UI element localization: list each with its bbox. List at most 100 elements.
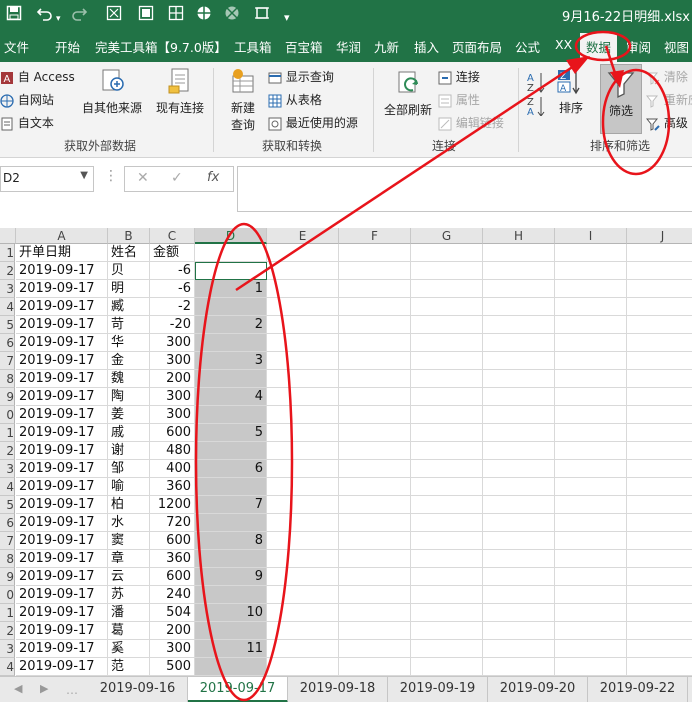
cell-c-row[interactable]: 600 — [150, 424, 195, 442]
cell-j-row[interactable] — [627, 586, 692, 604]
cell-i-row[interactable] — [555, 568, 627, 586]
row-header[interactable]: 0 — [0, 406, 15, 424]
cell-a-row[interactable]: 开单日期 — [16, 244, 108, 262]
refresh-all-button[interactable]: 全部刷新 — [382, 68, 434, 134]
cell-h-row[interactable] — [483, 370, 555, 388]
select-all-corner[interactable] — [0, 228, 16, 244]
cell-a-row[interactable]: 2019-09-17 — [16, 550, 108, 568]
cell-d-row[interactable] — [195, 622, 267, 640]
cell-j-row[interactable] — [627, 622, 692, 640]
cell-g-row[interactable] — [411, 568, 483, 586]
qat-tool-icon[interactable] — [106, 5, 122, 26]
cell-f-row[interactable] — [339, 658, 411, 676]
from-table-button[interactable]: 从表格 — [268, 91, 322, 108]
cell-i-row[interactable] — [555, 550, 627, 568]
sheet-tab[interactable]: 2019-09-17 — [188, 677, 288, 702]
tab-data[interactable]: 数据 — [580, 33, 618, 62]
cell-b-row[interactable]: 葛 — [108, 622, 150, 640]
cell-h-row[interactable] — [483, 334, 555, 352]
cell-c-row[interactable]: 1200 — [150, 496, 195, 514]
tab-review[interactable]: 审阅 — [626, 37, 651, 56]
column-header-j[interactable]: J — [627, 228, 692, 244]
cancel-icon[interactable]: ✕ — [137, 170, 149, 186]
sheet-tab[interactable]: 2019-09-22 — [588, 677, 688, 702]
cell-f-row[interactable] — [339, 514, 411, 532]
cell-f-row[interactable] — [339, 352, 411, 370]
cell-h-row[interactable] — [483, 622, 555, 640]
cell-i-row[interactable] — [555, 460, 627, 478]
cell-g-row[interactable] — [411, 352, 483, 370]
cell-h-row[interactable] — [483, 532, 555, 550]
formula-input[interactable] — [237, 166, 692, 212]
cell-c-row[interactable]: -6 — [150, 262, 195, 280]
edit-links-button[interactable]: 编辑链接 — [438, 114, 504, 131]
cell-b-row[interactable]: 谢 — [108, 442, 150, 460]
cell-h-row[interactable] — [483, 280, 555, 298]
cell-i-row[interactable] — [555, 640, 627, 658]
customize-qat-icon[interactable]: ▾ — [284, 8, 290, 28]
cell-g-row[interactable] — [411, 244, 483, 262]
cell-g-row[interactable] — [411, 478, 483, 496]
cell-g-row[interactable] — [411, 496, 483, 514]
cell-j-row[interactable] — [627, 262, 692, 280]
from-web-button[interactable]: 自网站 — [0, 91, 54, 108]
cell-h-row[interactable] — [483, 514, 555, 532]
cell-j-row[interactable] — [627, 280, 692, 298]
cell-b-row[interactable]: 水 — [108, 514, 150, 532]
cell-d-row[interactable]: 4 — [195, 388, 267, 406]
cell-b-row[interactable]: 窦 — [108, 532, 150, 550]
cell-c-row[interactable]: -6 — [150, 280, 195, 298]
sheet-tab[interactable]: 2019-09-18 — [288, 677, 388, 702]
cell-b-row[interactable]: 贝 — [108, 262, 150, 280]
cell-i-row[interactable] — [555, 334, 627, 352]
reapply-button[interactable]: 重新应用 — [646, 91, 692, 108]
sheet-tab[interactable]: 2019-09-16 — [88, 677, 188, 702]
cell-g-row[interactable] — [411, 640, 483, 658]
properties-button[interactable]: 属性 — [438, 91, 480, 108]
tab-view[interactable]: 视图 — [664, 37, 689, 56]
row-header[interactable]: 1 — [0, 244, 15, 262]
cell-b-row[interactable]: 柏 — [108, 496, 150, 514]
new-query-button[interactable]: 新建 查询 — [220, 66, 266, 134]
cell-d-row[interactable] — [195, 442, 267, 460]
cell-e-row[interactable] — [267, 550, 339, 568]
cell-d-row[interactable]: 1 — [195, 280, 267, 298]
cell-g-row[interactable] — [411, 514, 483, 532]
cell-j-row[interactable] — [627, 604, 692, 622]
cell-a-row[interactable]: 2019-09-17 — [16, 568, 108, 586]
cell-f-row[interactable] — [339, 298, 411, 316]
cell-i-row[interactable] — [555, 424, 627, 442]
cell-g-row[interactable] — [411, 442, 483, 460]
tab-xx[interactable]: XX — [555, 37, 572, 52]
cell-h-row[interactable] — [483, 298, 555, 316]
cell-j-row[interactable] — [627, 388, 692, 406]
cell-d-row[interactable]: 10 — [195, 604, 267, 622]
sort-button[interactable]: ZA 排序 — [554, 66, 588, 132]
cell-f-row[interactable] — [339, 532, 411, 550]
cell-i-row[interactable] — [555, 370, 627, 388]
cell-a-row[interactable]: 2019-09-17 — [16, 604, 108, 622]
cell-b-row[interactable]: 章 — [108, 550, 150, 568]
cell-b-row[interactable]: 云 — [108, 568, 150, 586]
cell-j-row[interactable] — [627, 316, 692, 334]
cell-g-row[interactable] — [411, 280, 483, 298]
cell-j-row[interactable] — [627, 532, 692, 550]
tab-huarun[interactable]: 华润 — [336, 37, 361, 56]
qat-tool-icon[interactable] — [196, 5, 212, 26]
clear-filter-button[interactable]: 清除 — [646, 68, 688, 85]
cell-h-row[interactable] — [483, 550, 555, 568]
next-sheet-icon[interactable]: ▶ — [40, 682, 48, 695]
cell-e-row[interactable] — [267, 622, 339, 640]
cell-f-row[interactable] — [339, 334, 411, 352]
undo-icon[interactable] — [36, 5, 54, 26]
column-header-c[interactable]: C — [150, 228, 195, 244]
cell-a-row[interactable]: 2019-09-17 — [16, 532, 108, 550]
cell-f-row[interactable] — [339, 496, 411, 514]
cell-f-row[interactable] — [339, 424, 411, 442]
column-header-e[interactable]: E — [267, 228, 339, 244]
cell-d-row[interactable]: 6 — [195, 460, 267, 478]
cell-b-row[interactable]: 姜 — [108, 406, 150, 424]
cell-d-row[interactable]: 7 — [195, 496, 267, 514]
cell-d-row[interactable] — [195, 514, 267, 532]
row-header[interactable]: 2 — [0, 442, 15, 460]
